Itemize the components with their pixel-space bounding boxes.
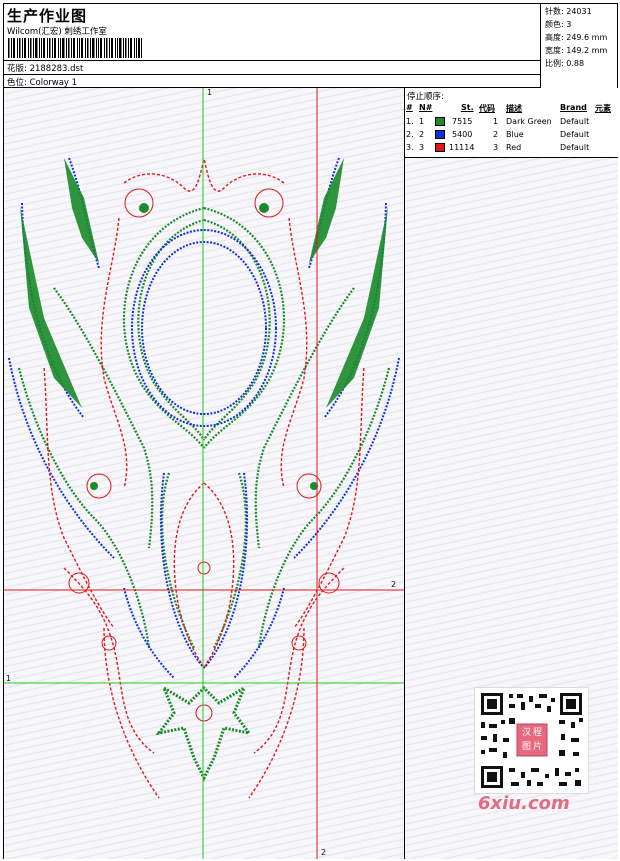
row-n: 2 xyxy=(419,130,425,139)
qr-badge-text: 汉程图片 xyxy=(521,728,544,752)
col-header-st: St. xyxy=(461,103,474,112)
design-scale: 比例: 0.88 xyxy=(545,59,585,68)
guide-label-h1: 1 xyxy=(6,674,12,683)
row-desc: Red xyxy=(506,143,522,152)
row-n: 3 xyxy=(419,143,425,152)
header-info: 生产作业图 Wilcom(汇宏) 刺绣工作室 花版: 2188283.dst 色… xyxy=(4,4,541,88)
design-width: 宽度: 149.2 mm xyxy=(545,46,608,55)
studio-name: Wilcom(汇宏) 刺绣工作室 xyxy=(7,27,107,37)
color-count: 颜色: 3 xyxy=(545,20,572,29)
stop-sequence-table: 停止顺序: # N# St. 代码 描述 Brand 元素 1. 1 7515 … xyxy=(405,88,618,158)
row-code: 2 xyxy=(493,130,499,139)
production-sheet: 生产作业图 Wilcom(汇宏) 刺绣工作室 花版: 2188283.dst 色… xyxy=(3,3,618,859)
guide-label-v2: 2 xyxy=(321,848,327,857)
row-brand: Default xyxy=(560,117,590,126)
row-st: 7515 xyxy=(452,117,473,126)
colorway-label: 色位: Colorway 1 xyxy=(7,78,78,88)
embroidery-design xyxy=(4,88,404,859)
row-brand: Default xyxy=(560,143,590,152)
col-header-brand: Brand xyxy=(560,103,587,112)
col-header-desc: 描述 xyxy=(506,104,522,113)
col-header-n: N# xyxy=(419,103,433,112)
row-brand: Default xyxy=(560,130,590,139)
row-code: 3 xyxy=(493,143,499,152)
stop-sequence-title: 停止顺序: xyxy=(407,92,444,102)
design-filename: 花版: 2188283.dst xyxy=(7,64,84,74)
design-preview: 1 1 2 2 xyxy=(4,88,405,859)
color-swatch-green xyxy=(435,117,445,126)
guide-label-h2: 2 xyxy=(391,580,397,589)
qr-code: 汉程图片 xyxy=(474,687,589,794)
row-num: 2. xyxy=(406,130,414,139)
guide-label-v1: 1 xyxy=(207,88,213,97)
row-num: 3. xyxy=(406,143,414,152)
row-st: 11114 xyxy=(449,143,475,152)
design-height: 高度: 249.6 mm xyxy=(545,33,608,42)
row-desc: Dark Green xyxy=(506,117,552,126)
sheet-title: 生产作业图 xyxy=(7,7,88,25)
row-st: 5400 xyxy=(452,130,473,139)
barcode-image xyxy=(8,38,142,58)
col-header-code: 代码 xyxy=(479,104,495,113)
row-code: 1 xyxy=(493,117,499,126)
stitch-count: 针数: 24031 xyxy=(545,7,592,16)
header-divider xyxy=(4,74,541,75)
col-header-elements: 元素 xyxy=(595,104,611,113)
stats-box: 针数: 24031 颜色: 3 高度: 249.6 mm 宽度: 149.2 m… xyxy=(542,4,618,72)
col-header-num: # xyxy=(406,103,413,112)
header-divider xyxy=(4,60,541,61)
row-num: 1. xyxy=(406,117,414,126)
color-swatch-red xyxy=(435,143,445,152)
color-swatch-blue xyxy=(435,130,445,139)
row-desc: Blue xyxy=(506,130,524,139)
row-n: 1 xyxy=(419,117,425,126)
watermark-text: 6xiu.com xyxy=(478,793,570,814)
